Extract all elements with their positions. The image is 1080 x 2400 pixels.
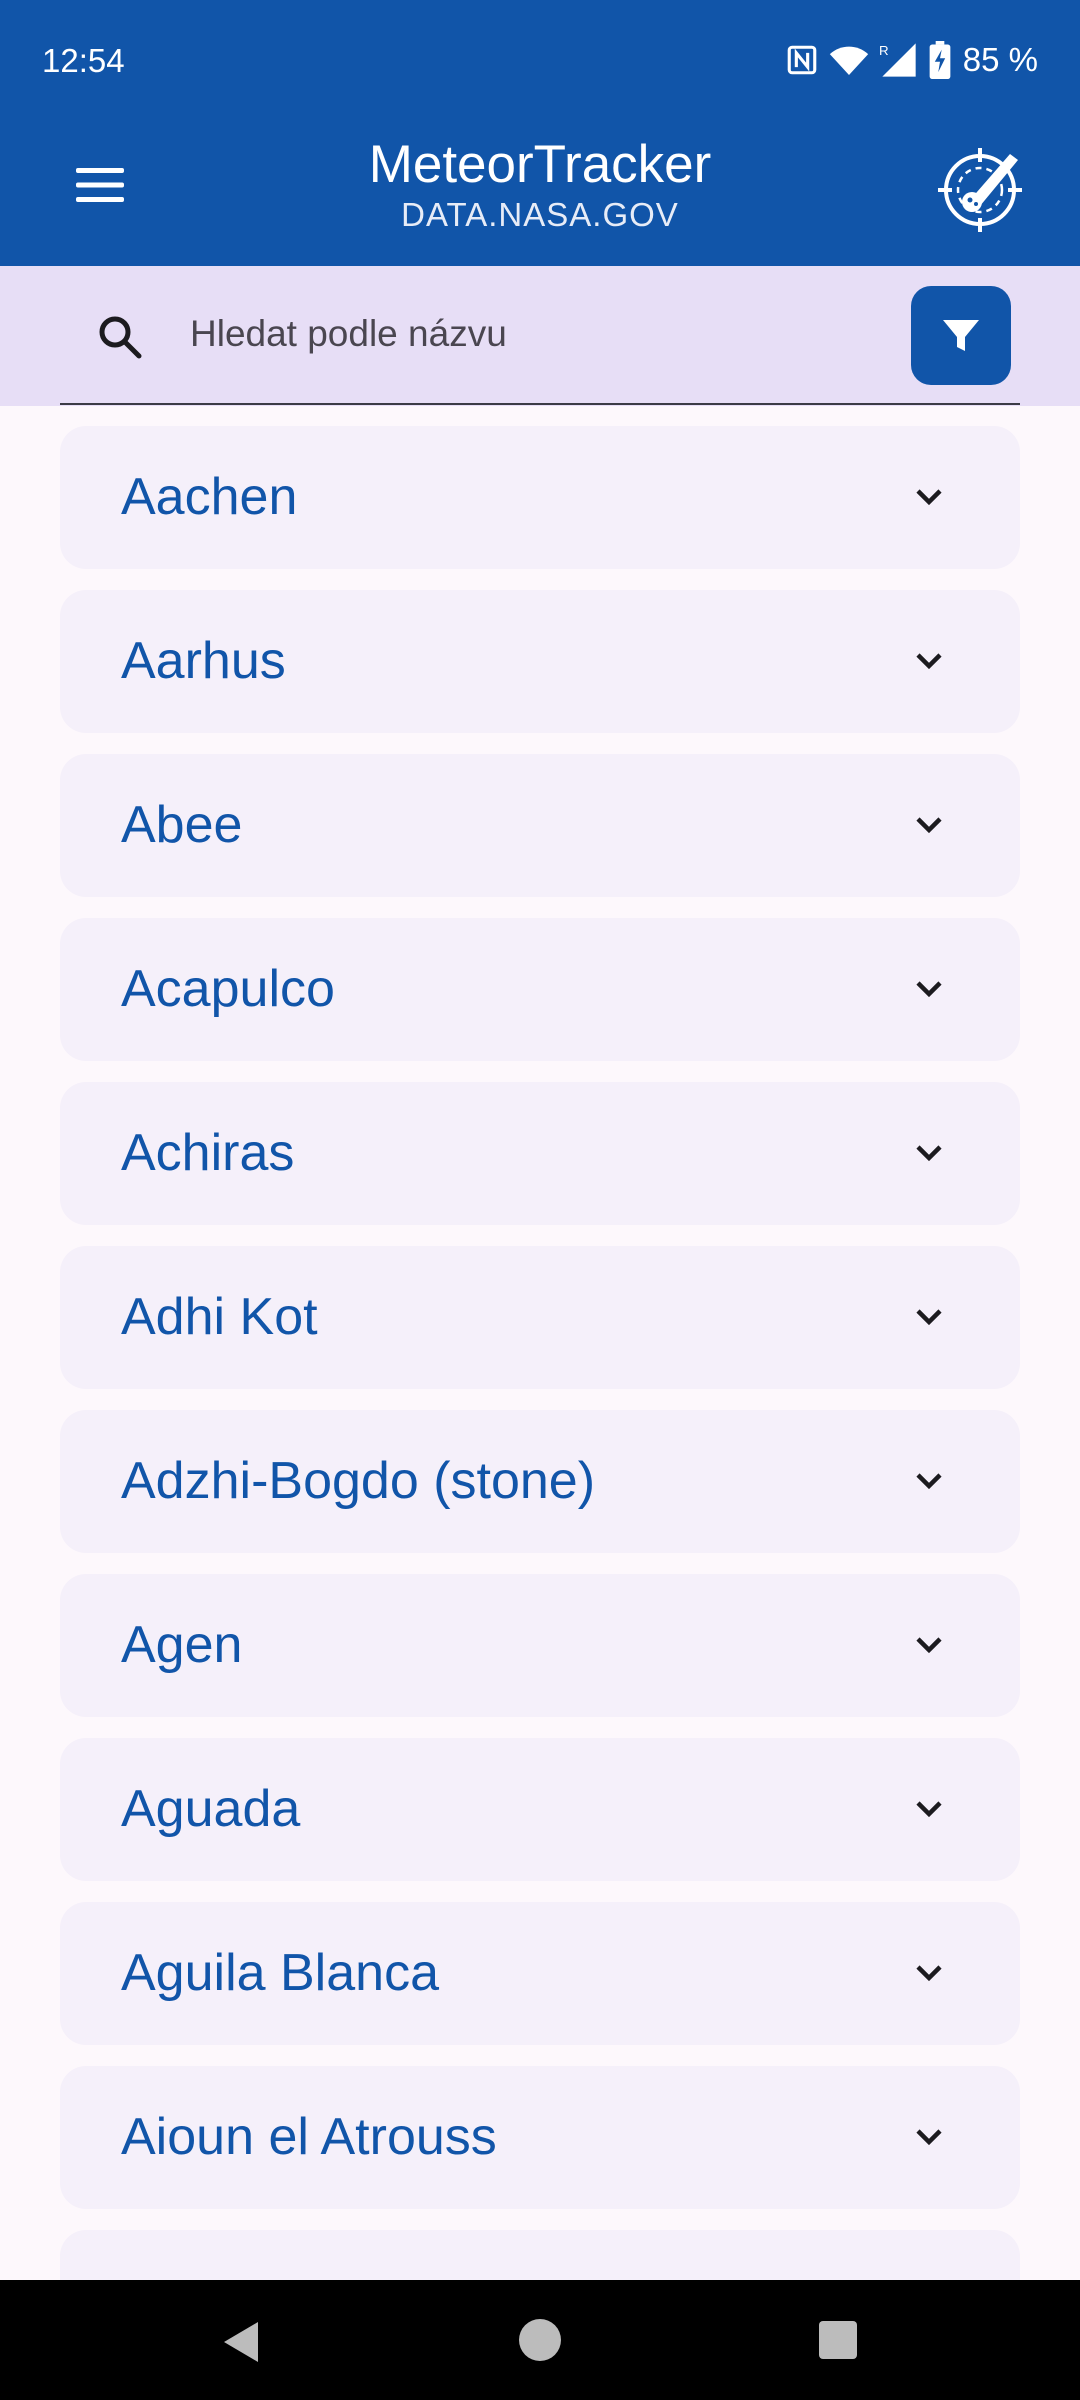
list-item[interactable]: Aarhus bbox=[60, 590, 1020, 733]
list-item[interactable]: Aguada bbox=[60, 1738, 1020, 1881]
meteorite-name: Aioun el Atrouss bbox=[121, 2108, 497, 2166]
meteorite-name: Adhi Kot bbox=[121, 1288, 318, 1346]
app-bar: 12:54 R 85 % MeteorTracker DATA.NASA.GOV bbox=[0, 0, 1080, 266]
battery-charging-icon bbox=[929, 41, 951, 79]
list-item[interactable]: Adhi Kot bbox=[60, 1246, 1020, 1389]
filter-button[interactable] bbox=[911, 286, 1011, 385]
home-icon[interactable] bbox=[519, 2319, 561, 2361]
list-item[interactable]: Aioun el Atrouss bbox=[60, 2066, 1020, 2209]
status-icons: R 85 % bbox=[785, 40, 1038, 80]
chevron-down-icon bbox=[916, 981, 942, 998]
chevron-down-icon bbox=[916, 1801, 942, 1818]
chevron-down-icon bbox=[916, 489, 942, 506]
meteorite-name: Aguada bbox=[121, 1780, 301, 1838]
back-icon[interactable] bbox=[218, 2318, 266, 2366]
filter-icon bbox=[943, 319, 979, 351]
chevron-down-icon bbox=[916, 1309, 942, 1326]
chevron-down-icon bbox=[916, 1965, 942, 1982]
recent-apps-icon[interactable] bbox=[819, 2321, 857, 2359]
chevron-down-icon bbox=[916, 2129, 942, 2146]
meteorite-name: Abee bbox=[121, 796, 243, 854]
list-item[interactable]: Aguila Blanca bbox=[60, 1902, 1020, 2045]
wifi-icon bbox=[829, 46, 868, 75]
chevron-down-icon bbox=[916, 817, 942, 834]
nfc-icon bbox=[787, 45, 817, 75]
search-underline bbox=[60, 403, 1020, 405]
app-subtitle: DATA.NASA.GOV bbox=[401, 196, 679, 233]
battery-percent: 85 % bbox=[962, 41, 1038, 78]
meteorite-name: Achiras bbox=[121, 1124, 295, 1182]
chevron-down-icon bbox=[916, 653, 942, 670]
svg-text:R: R bbox=[879, 43, 889, 58]
status-bar: 12:54 R 85 % bbox=[0, 0, 1080, 126]
meteorite-name: Adzhi-Bogdo (stone) bbox=[121, 1452, 596, 1510]
app-title: MeteorTracker bbox=[368, 135, 712, 194]
chevron-down-icon bbox=[916, 1145, 942, 1162]
title-block: MeteorTracker DATA.NASA.GOV bbox=[0, 134, 1080, 234]
search-input[interactable] bbox=[190, 304, 870, 364]
meteor-logo-icon bbox=[938, 148, 1022, 232]
list-item[interactable]: Aachen bbox=[60, 426, 1020, 569]
search-icon bbox=[99, 316, 142, 359]
list-item[interactable]: Adzhi-Bogdo (stone) bbox=[60, 1410, 1020, 1553]
meteorite-name: Aguila Blanca bbox=[121, 1944, 439, 2002]
signal-icon: R bbox=[879, 43, 916, 77]
chevron-down-icon bbox=[916, 1637, 942, 1654]
list-item[interactable]: Acapulco bbox=[60, 918, 1020, 1061]
meteorite-name: Aachen bbox=[121, 468, 298, 526]
list-item[interactable]: Agen bbox=[60, 1574, 1020, 1717]
list-item[interactable]: Achiras bbox=[60, 1082, 1020, 1225]
chevron-down-icon bbox=[916, 1473, 942, 1490]
status-time: 12:54 bbox=[42, 42, 125, 79]
meteorite-name: Acapulco bbox=[121, 960, 335, 1018]
meteorite-name: Agen bbox=[121, 1616, 243, 1674]
meteorite-name: Aarhus bbox=[121, 632, 286, 690]
list-item[interactable]: Abee bbox=[60, 754, 1020, 897]
